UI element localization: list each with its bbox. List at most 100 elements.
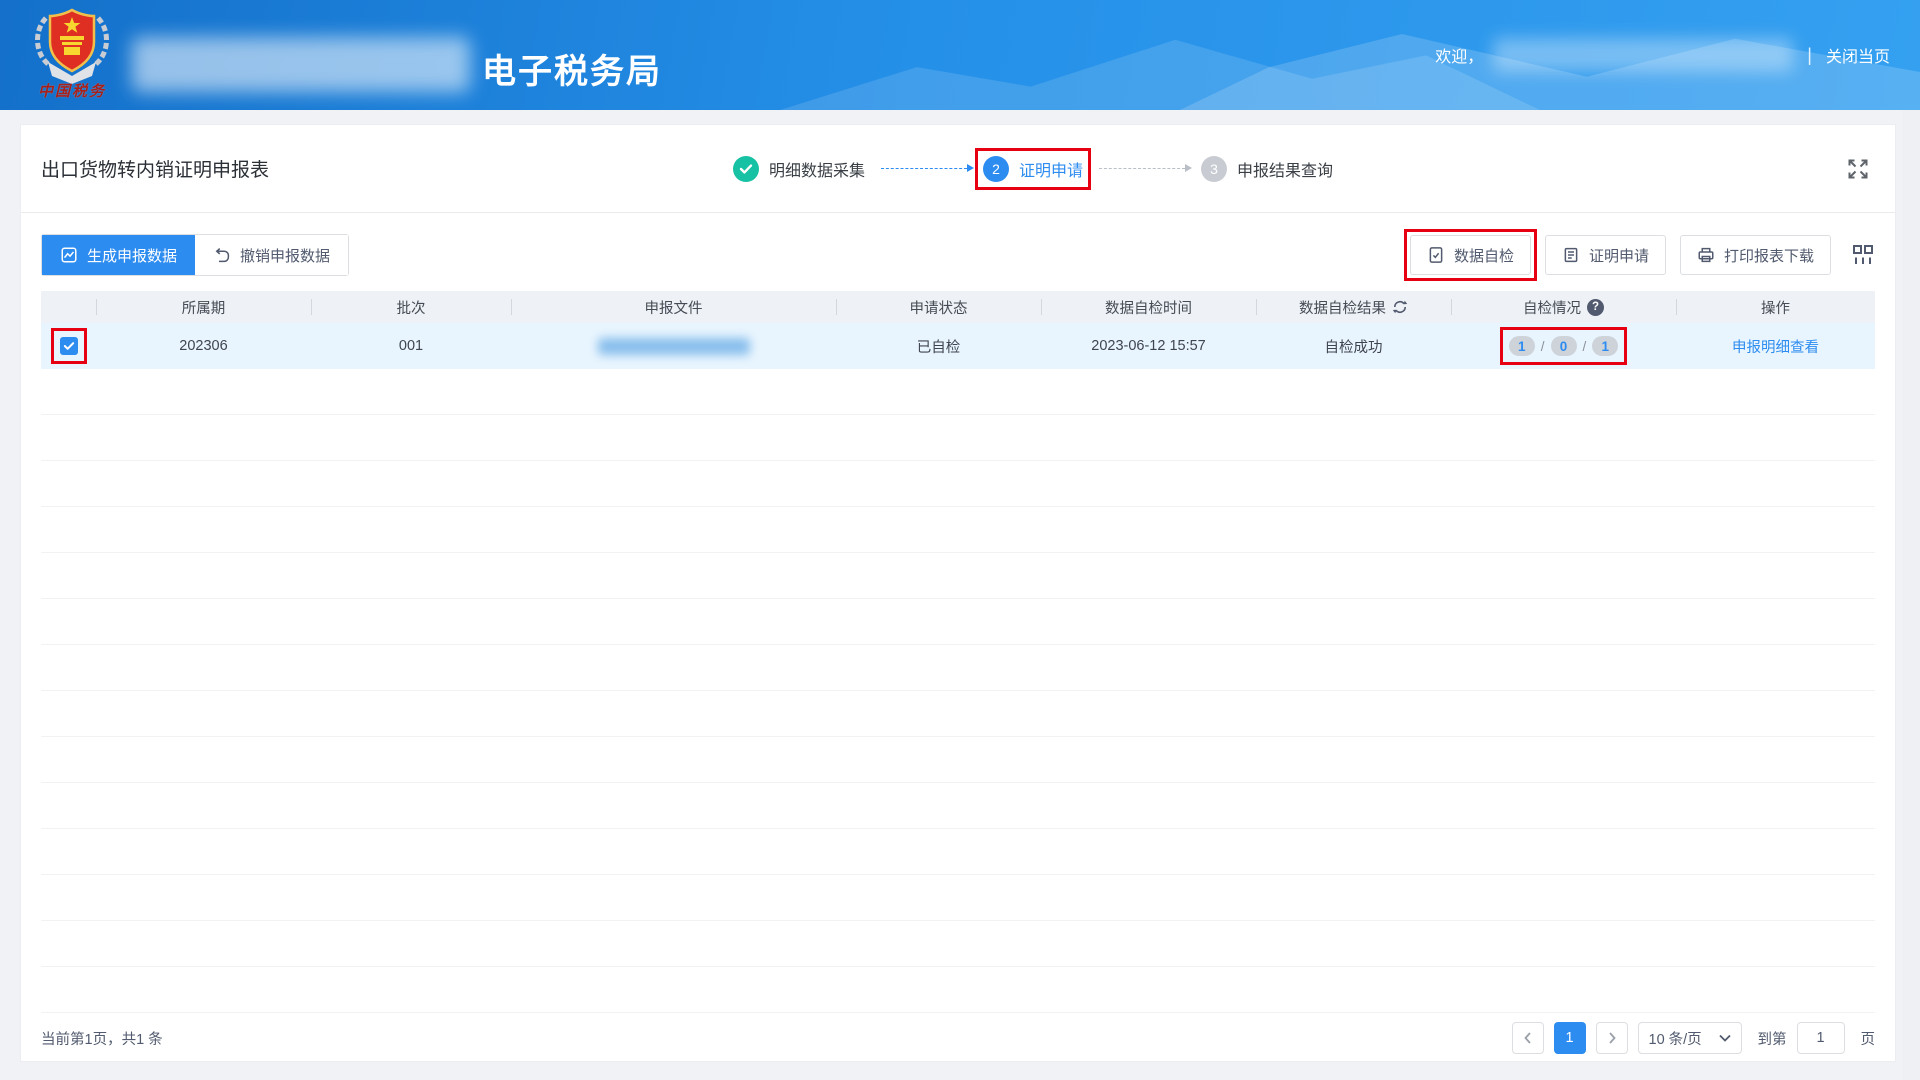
empty-rows	[41, 369, 1875, 1013]
table-header-row: 所属期 批次 申报文件 申请状态 数据自检时间 数据自检结果 自检情况 ?	[41, 291, 1875, 323]
next-page-button[interactable]	[1596, 1022, 1628, 1054]
generate-declaration-data-button[interactable]: 生成申报数据	[42, 235, 195, 275]
step-number: 2	[983, 156, 1009, 182]
step-indicator: 明细数据采集 2 证明申请 3 申报结果查询	[733, 125, 1333, 212]
chevron-down-icon	[1719, 1034, 1731, 1042]
table-row-empty	[41, 921, 1875, 967]
row-select-cell	[41, 337, 96, 355]
column-header: 数据自检时间	[1041, 291, 1256, 323]
certificate-apply-button[interactable]: 证明申请	[1545, 235, 1666, 275]
step-label: 明细数据采集	[769, 157, 865, 181]
revoke-declaration-data-button[interactable]: 撤销申报数据	[195, 235, 348, 275]
page-size-select[interactable]: 10 条/页	[1638, 1022, 1742, 1054]
table-row-empty	[41, 599, 1875, 645]
step-label: 证明申请	[1019, 157, 1083, 181]
goto-page-input[interactable]	[1797, 1022, 1845, 1054]
table-row-empty	[41, 645, 1875, 691]
period-cell: 202306	[96, 338, 311, 354]
batch-cell: 001	[311, 338, 511, 354]
table-row-empty	[41, 875, 1875, 921]
badge-separator: /	[1541, 339, 1545, 354]
tax-emblem-icon	[26, 6, 118, 84]
goto-page-label: 到第	[1758, 1028, 1787, 1049]
page-size-value: 10 条/页	[1649, 1028, 1702, 1049]
column-header: 数据自检结果	[1256, 291, 1451, 323]
self-check-time-cell: 2023-06-12 15:57	[1041, 338, 1256, 354]
main-card: 出口货物转内销证明申报表 明细数据采集 2 证明申请 3 申报结果查询	[20, 124, 1896, 1062]
table-row-empty	[41, 967, 1875, 1013]
printer-icon	[1697, 246, 1715, 264]
button-label: 生成申报数据	[87, 245, 177, 266]
chart-icon	[60, 246, 78, 264]
redacted-bureau-name	[132, 37, 470, 92]
redacted-user-name	[1493, 38, 1793, 72]
header-divider: |	[1807, 45, 1812, 66]
apply-status-cell: 已自检	[836, 336, 1041, 357]
pagination-bar: 当前第1页，共1 条 1 10 条/页 到第 页	[21, 1013, 1895, 1063]
doc-check-icon	[1427, 246, 1445, 264]
table-row: 202306 001 已自检 2023-06-12 15:57 自检成功 1 /…	[41, 323, 1875, 369]
column-header: 批次	[311, 291, 511, 323]
page-unit-label: 页	[1861, 1028, 1876, 1049]
help-icon[interactable]: ?	[1587, 299, 1604, 316]
prev-page-button[interactable]	[1512, 1022, 1544, 1054]
badge-separator: /	[1583, 339, 1587, 354]
table-row-empty	[41, 461, 1875, 507]
data-self-check-button[interactable]: 数据自检	[1410, 235, 1531, 275]
button-label: 打印报表下载	[1724, 245, 1814, 266]
badge-total: 1	[1509, 336, 1535, 356]
button-label: 证明申请	[1589, 245, 1649, 266]
pagination-summary: 当前第1页，共1 条	[41, 1028, 163, 1049]
tax-bureau-logo: 中国税务	[26, 6, 118, 101]
column-header: 所属期	[96, 291, 311, 323]
table-row-empty	[41, 829, 1875, 875]
declaration-table: 所属期 批次 申报文件 申请状态 数据自检时间 数据自检结果 自检情况 ?	[41, 291, 1875, 1013]
step-detail-collection: 明细数据采集	[733, 156, 865, 182]
badge-passed: 1	[1592, 336, 1618, 356]
step-done-check-icon	[733, 156, 759, 182]
self-check-result-cell: 自检成功	[1256, 336, 1451, 357]
title-row: 出口货物转内销证明申报表 明细数据采集 2 证明申请 3 申报结果查询	[21, 125, 1895, 213]
redacted-declaration-file-link[interactable]	[598, 338, 750, 355]
logo-caption: 中国税务	[26, 80, 118, 101]
page-title: 出口货物转内销证明申报表	[41, 155, 269, 182]
table-row-empty	[41, 507, 1875, 553]
declaration-file-cell	[511, 338, 836, 355]
button-label: 数据自检	[1454, 245, 1514, 266]
data-self-check-annotation: 数据自检	[1410, 235, 1531, 275]
select-column-header	[41, 291, 96, 323]
welcome-text: 欢迎，	[1435, 43, 1483, 67]
self-check-status-cell: 1 / 0 / 1	[1451, 336, 1676, 356]
table-row-empty	[41, 737, 1875, 783]
step-connector	[1099, 168, 1185, 169]
operation-cell: 申报明细查看	[1676, 336, 1875, 357]
current-page-button[interactable]: 1	[1554, 1022, 1586, 1054]
column-header-label: 自检情况	[1523, 297, 1581, 318]
column-header: 操作	[1676, 291, 1875, 323]
brand-title: 电子税务局	[482, 44, 662, 93]
button-label: 撤销申报数据	[240, 245, 330, 266]
scrollbar-track[interactable]	[1902, 110, 1920, 1080]
column-header: 自检情况 ?	[1451, 291, 1676, 323]
table-row-empty	[41, 369, 1875, 415]
close-page-link[interactable]: 关闭当页	[1826, 43, 1890, 67]
step-result-query: 3 申报结果查询	[1201, 156, 1333, 182]
print-report-download-button[interactable]: 打印报表下载	[1680, 235, 1831, 275]
column-header: 申请状态	[836, 291, 1041, 323]
table-row-empty	[41, 691, 1875, 737]
step-certificate-apply-annotated: 2 证明申请	[983, 156, 1083, 182]
column-settings-icon[interactable]	[1851, 243, 1875, 267]
badge-failed: 0	[1551, 336, 1577, 356]
fullscreen-expand-icon[interactable]	[1845, 156, 1871, 182]
self-check-badges-annotation: 1 / 0 / 1	[1509, 336, 1619, 356]
checkbox-annotation	[60, 337, 78, 355]
refresh-icon[interactable]	[1392, 299, 1408, 315]
step-number: 3	[1201, 156, 1227, 182]
doc-icon	[1562, 246, 1580, 264]
column-header-label: 数据自检结果	[1299, 297, 1386, 318]
undo-icon	[213, 246, 231, 264]
step-connector	[881, 168, 967, 169]
column-header: 申报文件	[511, 291, 836, 323]
view-declaration-detail-link[interactable]: 申报明细查看	[1732, 336, 1819, 357]
row-checkbox[interactable]	[60, 337, 78, 355]
